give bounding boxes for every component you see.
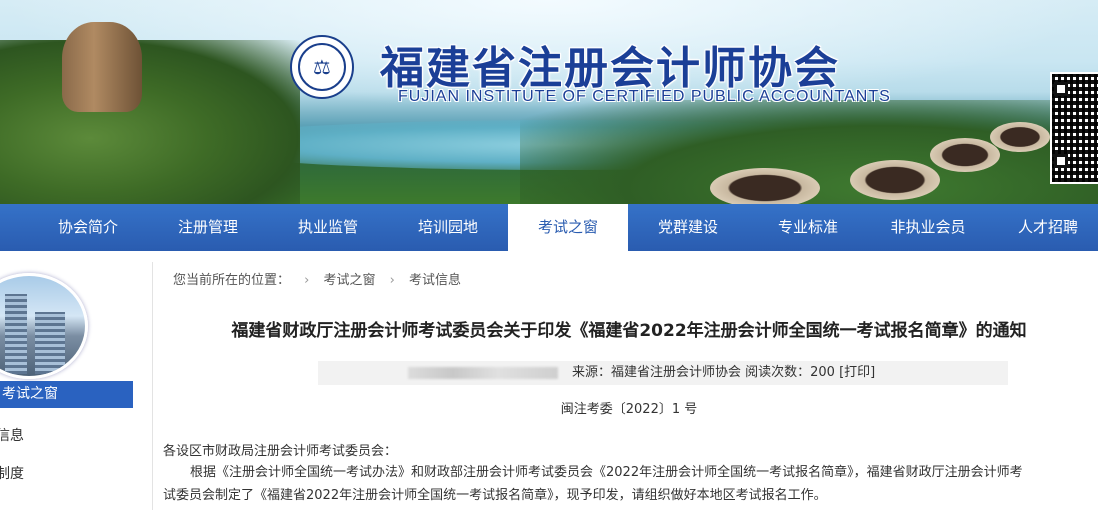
- nav-item-training[interactable]: 培训园地: [388, 204, 508, 251]
- article-paragraph-line: 试委员会制定了《福建省2022年注册会计师全国统一考试报名简章》，现予印发，请组…: [163, 488, 827, 503]
- article-meta: 来源：福建省注册会计师协会 阅读次数：200 [打印]: [318, 361, 1008, 385]
- nav-item-registration[interactable]: 注册管理: [148, 204, 268, 251]
- banner-mountain: [0, 40, 300, 204]
- building: [35, 312, 65, 374]
- building: [5, 294, 27, 374]
- qr-code-icon: [1050, 72, 1098, 184]
- article-title: 福建省财政厅注册会计师考试委员会关于印发《福建省2022年注册会计师全国统一考试…: [231, 321, 1027, 341]
- content-divider: [152, 262, 153, 510]
- sidebar-heading[interactable]: 考试之窗: [0, 381, 133, 408]
- qr-corner: [1054, 154, 1068, 168]
- banner-tulou: [710, 168, 820, 204]
- breadcrumb: 您当前所在的位置： › 考试之窗 › 考试信息: [173, 269, 461, 288]
- header-banner: ⚖ 福建省注册会计师协会 FUJIAN INSTITUTE OF CERTIFI…: [0, 0, 1098, 204]
- article-meta-text: 来源：福建省注册会计师协会 阅读次数：200 [打印]: [572, 365, 876, 380]
- nav-item-non-practicing[interactable]: 非执业会员: [868, 204, 988, 251]
- site-title-en: FUJIAN INSTITUTE OF CERTIFIED PUBLIC ACC…: [398, 88, 891, 105]
- qr-corner: [1054, 82, 1068, 96]
- banner-tulou: [850, 160, 940, 200]
- breadcrumb-link-exam-info[interactable]: 考试信息: [409, 273, 461, 288]
- article-salutation: 各设区市财政局注册会计师考试委员会：: [163, 444, 398, 459]
- sidebar-item-rules[interactable]: 制度: [0, 463, 24, 483]
- breadcrumb-prefix: 您当前所在的位置：: [173, 273, 291, 288]
- sidebar-building-image: [0, 273, 88, 379]
- main-nav: 协会简介 注册管理 执业监管 培训园地 考试之窗 党群建设 专业标准 非执业会员…: [0, 204, 1098, 251]
- breadcrumb-link-exam[interactable]: 考试之窗: [324, 273, 376, 288]
- document-number: 闽注考委〔2022〕1 号: [560, 402, 698, 417]
- banner-rock: [62, 22, 142, 112]
- article-paragraph-line: 根据《注册会计师全国统一考试办法》和财政部注册会计师考试委员会《2022年注册会…: [190, 465, 1023, 480]
- chevron-right-icon: ›: [389, 273, 395, 288]
- banner-tulou: [990, 122, 1050, 152]
- chevron-right-icon: ›: [304, 273, 310, 288]
- nav-item-exam[interactable]: 考试之窗: [508, 204, 628, 251]
- nav-item-about[interactable]: 协会简介: [28, 204, 148, 251]
- blurred-date: [408, 367, 558, 379]
- nav-item-supervision[interactable]: 执业监管: [268, 204, 388, 251]
- scales-icon: ⚖: [298, 43, 346, 91]
- association-logo[interactable]: ⚖: [290, 35, 354, 99]
- nav-item-standards[interactable]: 专业标准: [748, 204, 868, 251]
- nav-item-party[interactable]: 党群建设: [628, 204, 748, 251]
- site-title: 福建省注册会计师协会: [380, 43, 840, 94]
- nav-item-recruitment[interactable]: 人才招聘: [988, 204, 1098, 251]
- banner-tulou: [930, 138, 1000, 172]
- sidebar-item-info[interactable]: 信息: [0, 425, 24, 445]
